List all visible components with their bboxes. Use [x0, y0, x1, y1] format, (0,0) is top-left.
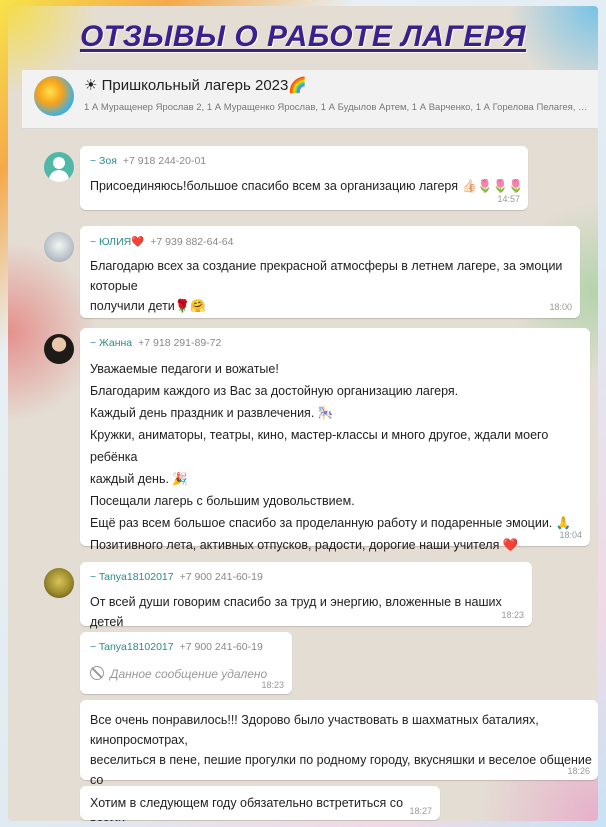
sender-name: ~ Tanya18102017	[90, 571, 174, 583]
message-sender[interactable]: ~ Зоя +7 918 244-20-01	[90, 155, 206, 167]
group-avatar[interactable]	[34, 76, 74, 116]
sender-phone: +7 900 241-60-19	[179, 641, 263, 653]
sender-name: ~ Зоя	[90, 155, 117, 167]
message-bubble-deleted[interactable]: ~ Tanya18102017 +7 900 241-60-19 Данное с…	[80, 632, 292, 694]
screenshot-frame: ОТЗЫВЫ О РАБОТЕ ЛАГЕРЯ ☀ Пришкольный лаг…	[8, 6, 598, 821]
sender-phone: +7 918 291-89-72	[138, 337, 222, 349]
message-text: Присоединяюсь!большое спасибо всем за ор…	[90, 179, 524, 193]
message-text: Хотим в следующем году обязательно встре…	[90, 796, 404, 821]
message-bubble[interactable]: ~ Зоя +7 918 244-20-01 Присоединяюсь!боль…	[80, 146, 528, 210]
avatar[interactable]	[44, 232, 74, 262]
sender-name: ~ Жанна	[90, 337, 133, 349]
message-bubble[interactable]: ~ Жанна +7 918 291-89-72 Уважаемые педаго…	[80, 328, 590, 552]
deleted-message-text: Данное сообщение удалено	[110, 667, 268, 681]
sender-phone: +7 918 244-20-01	[122, 155, 207, 167]
sender-name: ~ Tanya18102017	[90, 641, 174, 653]
message-time: 18:27	[409, 806, 432, 816]
message-sender[interactable]: ~ Tanya18102017 +7 900 241-60-19	[90, 571, 263, 583]
group-name-label: Пришкольный лагерь 2023	[101, 77, 289, 94]
sun-icon: ☀	[84, 76, 98, 94]
message-text: Благодарю всех за создание прекрасной ат…	[90, 259, 563, 313]
avatar[interactable]	[44, 334, 74, 364]
page-title: ОТЗЫВЫ О РАБОТЕ ЛАГЕРЯ	[79, 20, 527, 53]
message-text: От всей души говорим спасибо за труд и э…	[90, 595, 502, 629]
group-name[interactable]: ☀ Пришкольный лагерь 2023🌈	[84, 76, 307, 94]
message-bubble[interactable]: ~ Tanya18102017 +7 900 241-60-19 От всей …	[80, 562, 532, 629]
deleted-message: Данное сообщение удалено	[90, 666, 267, 681]
message-time: 18:26	[567, 766, 590, 776]
deleted-icon	[90, 666, 104, 680]
message-bubble[interactable]: Все очень понравилось!!! Здорово было уч…	[80, 700, 598, 807]
group-members: 1 А Муращенер Ярослав 2, 1 А Муращенко Я…	[84, 102, 588, 113]
message-time: 18:04	[559, 530, 582, 540]
message-bubble[interactable]: Хотим в следующем году обязательно встре…	[80, 786, 440, 821]
sender-phone: +7 900 241-60-19	[179, 571, 263, 583]
sender-name: ~ ЮЛИЯ❤️	[90, 236, 145, 248]
chat-header[interactable]: ☀ Пришкольный лагерь 2023🌈 1 А Муращенер…	[22, 70, 598, 129]
sender-phone: +7 939 882-64-64	[150, 236, 234, 248]
message-time: 18:23	[501, 610, 524, 620]
message-sender[interactable]: ~ Жанна +7 918 291-89-72	[90, 337, 221, 349]
message-sender[interactable]: ~ Tanya18102017 +7 900 241-60-19	[90, 641, 263, 653]
avatar[interactable]	[44, 152, 74, 182]
rainbow-icon: 🌈	[288, 76, 308, 94]
message-text: Уважаемые педагоги и вожатые! Благодарим…	[90, 362, 572, 552]
message-time: 18:00	[549, 302, 572, 312]
message-sender[interactable]: ~ ЮЛИЯ❤️ +7 939 882-64-64	[90, 235, 233, 248]
message-time: 18:23	[261, 680, 284, 690]
avatar[interactable]	[44, 568, 74, 598]
message-time: 14:57	[497, 194, 520, 204]
message-bubble[interactable]: ~ ЮЛИЯ❤️ +7 939 882-64-64 Благодарю всех …	[80, 226, 580, 318]
